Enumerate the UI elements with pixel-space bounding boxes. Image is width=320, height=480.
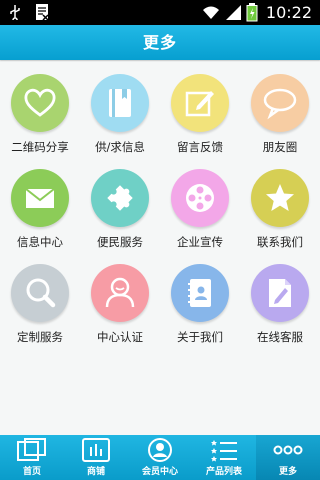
grid-item-label: 朋友圈 bbox=[262, 140, 298, 154]
heart-icon bbox=[24, 88, 56, 117]
item-icon-bg bbox=[91, 74, 149, 132]
grid-item-label: 便民服务 bbox=[97, 235, 143, 249]
grid-item-label: 定制服务 bbox=[17, 330, 63, 344]
grid-item-custom-service[interactable]: 定制服务 bbox=[0, 250, 80, 345]
app-header: 更多 bbox=[0, 25, 320, 60]
mail-icon bbox=[25, 188, 55, 208]
item-icon-bg bbox=[11, 264, 69, 322]
grid-item-feedback[interactable]: 留言反馈 bbox=[160, 60, 240, 155]
home-windows-icon bbox=[17, 438, 46, 461]
grid-item-label: 在线客服 bbox=[257, 330, 303, 344]
product-list-icon bbox=[211, 440, 237, 462]
item-icon-bg bbox=[91, 169, 149, 227]
grid-item-label: 留言反馈 bbox=[177, 140, 223, 154]
item-icon-bg bbox=[11, 74, 69, 132]
item-icon-bg bbox=[171, 264, 229, 322]
speech-bubble-icon bbox=[263, 88, 297, 120]
item-icon-bg bbox=[171, 169, 229, 227]
tab-home[interactable]: 首页 bbox=[0, 435, 64, 480]
item-icon-bg bbox=[11, 169, 69, 227]
item-icon-bg bbox=[251, 169, 309, 227]
grid-item-qr-share[interactable]: 二维码分享 bbox=[0, 60, 80, 155]
book-icon bbox=[109, 89, 131, 117]
grid-item-label: 关于我们 bbox=[177, 330, 223, 344]
document-icon bbox=[36, 4, 49, 21]
grid-item-label: 供/求信息 bbox=[95, 140, 145, 154]
grid-item-label: 中心认证 bbox=[97, 330, 143, 344]
status-bar: 10:22 bbox=[0, 0, 320, 25]
usb-icon bbox=[10, 5, 20, 20]
contact-book-icon bbox=[188, 279, 211, 307]
feature-grid: 二维码分享 供/求信息 留言反馈 朋友圈 信息中心 便民服务 企业宣传 联系我们… bbox=[0, 60, 320, 435]
tab-label: 首页 bbox=[22, 467, 41, 477]
grid-item-promotion[interactable]: 企业宣传 bbox=[160, 155, 240, 250]
grid-item-label: 联系我们 bbox=[257, 235, 303, 249]
grid-item-certification[interactable]: 中心认证 bbox=[80, 250, 160, 345]
tab-more[interactable]: 更多 bbox=[256, 435, 320, 480]
tab-label: 会员中心 bbox=[141, 467, 178, 477]
bottom-tab-bar: 首页 商铺 会员中心 产品列表 更多 bbox=[0, 435, 320, 480]
tab-shop[interactable]: 商铺 bbox=[64, 435, 128, 480]
member-icon bbox=[148, 438, 172, 462]
grid-item-label: 企业宣传 bbox=[177, 235, 223, 249]
grid-item-convenience[interactable]: 便民服务 bbox=[80, 155, 160, 250]
grid-item-about-us[interactable]: 关于我们 bbox=[160, 250, 240, 345]
item-icon-bg bbox=[91, 264, 149, 322]
item-icon-bg bbox=[251, 264, 309, 322]
document-pen-icon bbox=[269, 279, 291, 307]
page-title: 更多 bbox=[142, 33, 177, 52]
shop-bars-icon bbox=[82, 438, 110, 462]
more-dots-icon bbox=[273, 445, 303, 455]
battery-icon bbox=[246, 3, 258, 22]
status-time: 10:22 bbox=[265, 3, 312, 22]
tab-label: 更多 bbox=[278, 467, 297, 477]
magnifier-icon bbox=[26, 278, 56, 308]
grid-item-contact-us[interactable]: 联系我们 bbox=[240, 155, 320, 250]
signal-icon bbox=[226, 5, 241, 20]
grid-item-label: 信息中心 bbox=[17, 235, 63, 249]
edit-note-icon bbox=[185, 91, 214, 117]
wifi-icon bbox=[203, 6, 219, 19]
grid-item-online-support[interactable]: 在线客服 bbox=[240, 250, 320, 345]
grid-item-info-center[interactable]: 信息中心 bbox=[0, 155, 80, 250]
puzzle-icon bbox=[107, 185, 133, 211]
star-icon bbox=[266, 184, 294, 211]
grid-item-friends[interactable]: 朋友圈 bbox=[240, 60, 320, 155]
grid-item-supply-demand[interactable]: 供/求信息 bbox=[80, 60, 160, 155]
film-reel-icon bbox=[186, 184, 214, 212]
tab-product-list[interactable]: 产品列表 bbox=[192, 435, 256, 480]
tab-label: 商铺 bbox=[86, 467, 105, 477]
grid-item-label: 二维码分享 bbox=[11, 140, 69, 154]
item-icon-bg bbox=[171, 74, 229, 132]
tab-member-center[interactable]: 会员中心 bbox=[128, 435, 192, 480]
user-face-icon bbox=[105, 277, 135, 308]
item-icon-bg bbox=[251, 74, 309, 132]
tab-label: 产品列表 bbox=[205, 467, 242, 477]
